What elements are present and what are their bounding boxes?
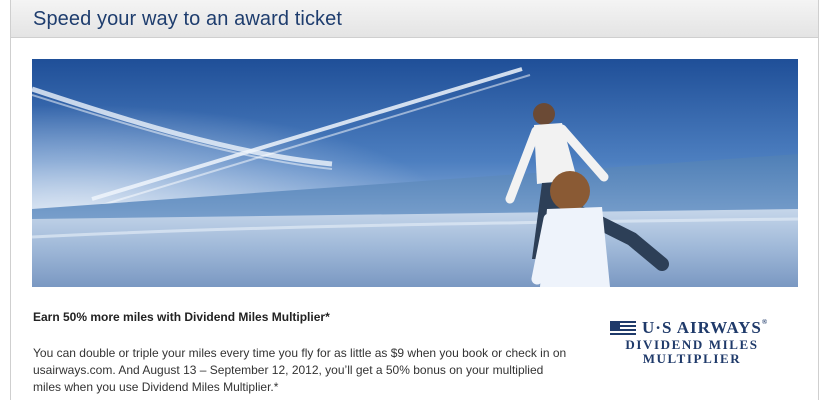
promo-heading: Earn 50% more miles with Dividend Miles …: [33, 310, 330, 324]
hero-image: [32, 59, 798, 287]
page-title: Speed your way to an award ticket: [33, 8, 343, 30]
logo-line-dividend-miles: DIVIDEND MILES: [625, 337, 759, 352]
logo-line-multiplier: MULTIPLIER: [642, 351, 742, 366]
logo-brand-text: U·S AIRWAYS: [642, 318, 762, 337]
registered-mark: ®: [761, 318, 768, 326]
logo-brand: U·S AIRWAYS®: [642, 318, 767, 338]
panel-header: Speed your way to an award ticket: [10, 0, 819, 38]
flag-icon: [610, 321, 636, 335]
us-airways-dividend-miles-logo: U·S AIRWAYS® DIVIDEND MILES MULTIPLIER: [608, 318, 788, 368]
logo-brand-row: U·S AIRWAYS®: [608, 318, 788, 338]
promo-body: You can double or triple your miles ever…: [33, 346, 567, 394]
